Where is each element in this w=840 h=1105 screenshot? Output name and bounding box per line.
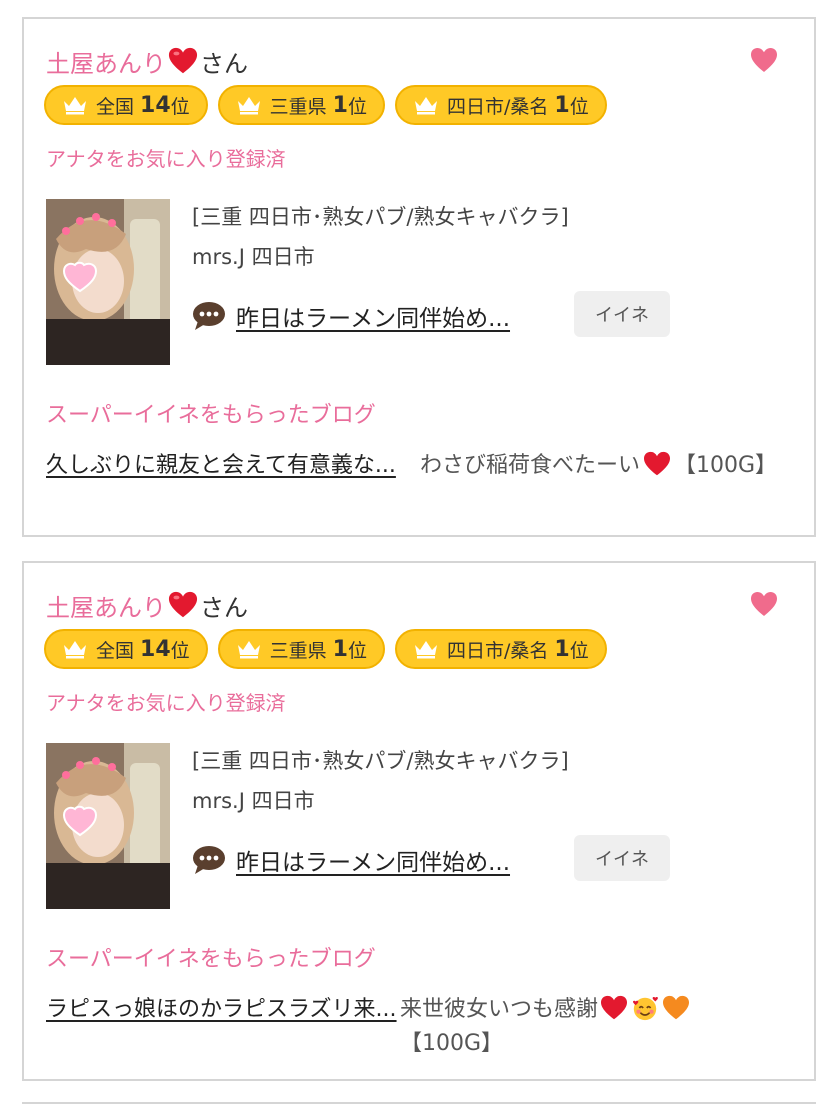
- super-iine-blog-link[interactable]: ラピスっ娘ほのかラピスラズリ来...: [46, 993, 406, 1027]
- divider: [22, 1102, 816, 1104]
- shop-name[interactable]: mrs.J 四日市: [192, 785, 315, 815]
- rank-suffix: 位: [170, 639, 190, 662]
- rank-badge-area[interactable]: 四日市/桑名 1 位: [395, 629, 607, 669]
- cast-card: 土屋あんり さん 全国 14 位 三重県 1 位 四日市/桑名 1 位 アナタを…: [22, 561, 816, 1081]
- crown-icon: [415, 97, 437, 115]
- iine-button[interactable]: イイネ: [574, 291, 670, 337]
- rank-number: 1: [332, 92, 348, 118]
- crown-icon: [415, 641, 437, 659]
- cast-photo[interactable]: [46, 743, 170, 909]
- crown-icon: [237, 641, 260, 659]
- rank-number: 1: [332, 636, 348, 662]
- cast-name[interactable]: 土屋あんり: [46, 588, 166, 623]
- rank-badge-area[interactable]: 四日市/桑名 1 位: [395, 85, 607, 125]
- cast-photo[interactable]: [46, 199, 170, 365]
- blog-title-link[interactable]: 昨日はラーメン同伴始め...: [236, 299, 510, 333]
- rank-number: 14: [140, 636, 171, 662]
- rank-label: 四日市/桑名: [447, 639, 549, 662]
- cast-name-row: 土屋あんり さん: [46, 43, 248, 79]
- rank-badge-national[interactable]: 全国 14 位: [44, 629, 208, 669]
- rank-suffix: 位: [569, 95, 589, 118]
- rank-label: 三重県: [269, 95, 327, 118]
- red-heart-emoji-icon: [601, 995, 628, 1020]
- favorite-status: アナタをお気に入り登録済: [46, 147, 286, 171]
- honorific: さん: [200, 593, 248, 622]
- cast-name[interactable]: 土屋あんり: [46, 44, 166, 79]
- speech-bubble-icon: [193, 846, 225, 874]
- rank-number: 14: [140, 92, 171, 118]
- crown-icon: [237, 97, 260, 115]
- cast-card: 土屋あんり さん 全国 14 位 三重県 1 位 四日市/桑名 1 位 アナタを…: [22, 17, 816, 537]
- super-iine-comment: 来世彼女いつも感謝【100G】: [400, 993, 780, 1061]
- rank-label: 三重県: [269, 639, 327, 662]
- blog-title-link[interactable]: 昨日はラーメン同伴始め...: [236, 843, 510, 877]
- rank-number: 1: [554, 92, 570, 118]
- rank-badge-national[interactable]: 全国 14 位: [44, 85, 208, 125]
- smiling-face-with-hearts-icon: [633, 996, 658, 1021]
- points-text: 【100G】: [400, 1031, 504, 1056]
- rank-badge-prefecture[interactable]: 三重県 1 位: [217, 629, 385, 669]
- orange-heart-emoji-icon: [663, 995, 690, 1020]
- latest-blog-row: 昨日はラーメン同伴始め...: [192, 843, 510, 877]
- cast-photo-art: [46, 743, 170, 909]
- cast-photo-art: [46, 199, 170, 365]
- heart-icon[interactable]: [750, 591, 778, 617]
- crown-icon: [64, 641, 86, 659]
- rank-label: 全国: [96, 639, 135, 662]
- rank-suffix: 位: [170, 95, 190, 118]
- latest-blog-row: 昨日はラーメン同伴始め...: [192, 299, 510, 333]
- shop-category: [三重 四日市･熟女パブ/熟女キャバクラ]: [192, 205, 569, 229]
- rank-badge-prefecture[interactable]: 三重県 1 位: [217, 85, 385, 125]
- super-iine-heading: スーパーイイネをもらったブログ: [46, 947, 376, 972]
- cast-name-row: 土屋あんり さん: [46, 587, 248, 623]
- heart-icon[interactable]: [750, 47, 778, 73]
- speech-bubble-icon: [193, 302, 225, 330]
- rank-suffix: 位: [347, 95, 367, 118]
- shop-category: [三重 四日市･熟女パブ/熟女キャバクラ]: [192, 749, 569, 773]
- comment-text: わさび稲荷食べたーい: [420, 453, 641, 478]
- honorific: さん: [200, 49, 248, 78]
- red-heart-emoji-icon: [168, 591, 198, 618]
- red-heart-emoji-icon: [644, 451, 671, 476]
- favorite-status: アナタをお気に入り登録済: [46, 691, 286, 715]
- rank-label: 四日市/桑名: [447, 95, 549, 118]
- rank-suffix: 位: [347, 639, 367, 662]
- super-iine-blog-link[interactable]: 久しぶりに親友と会えて有意義な...: [46, 449, 406, 483]
- rank-label: 全国: [96, 95, 135, 118]
- shop-name[interactable]: mrs.J 四日市: [192, 241, 315, 271]
- rank-number: 1: [554, 636, 570, 662]
- ranking-badges: 全国 14 位 三重県 1 位 四日市/桑名 1 位: [44, 629, 607, 669]
- iine-button[interactable]: イイネ: [574, 835, 670, 881]
- super-iine-comment: わさび稲荷食べたーい 【100G】: [420, 449, 800, 483]
- crown-icon: [64, 97, 86, 115]
- super-iine-heading: スーパーイイネをもらったブログ: [46, 403, 376, 428]
- comment-text: 来世彼女いつも感謝: [400, 997, 599, 1022]
- red-heart-emoji-icon: [168, 47, 198, 74]
- ranking-badges: 全国 14 位 三重県 1 位 四日市/桑名 1 位: [44, 85, 607, 125]
- points-text: 【100G】: [674, 453, 778, 478]
- rank-suffix: 位: [569, 639, 589, 662]
